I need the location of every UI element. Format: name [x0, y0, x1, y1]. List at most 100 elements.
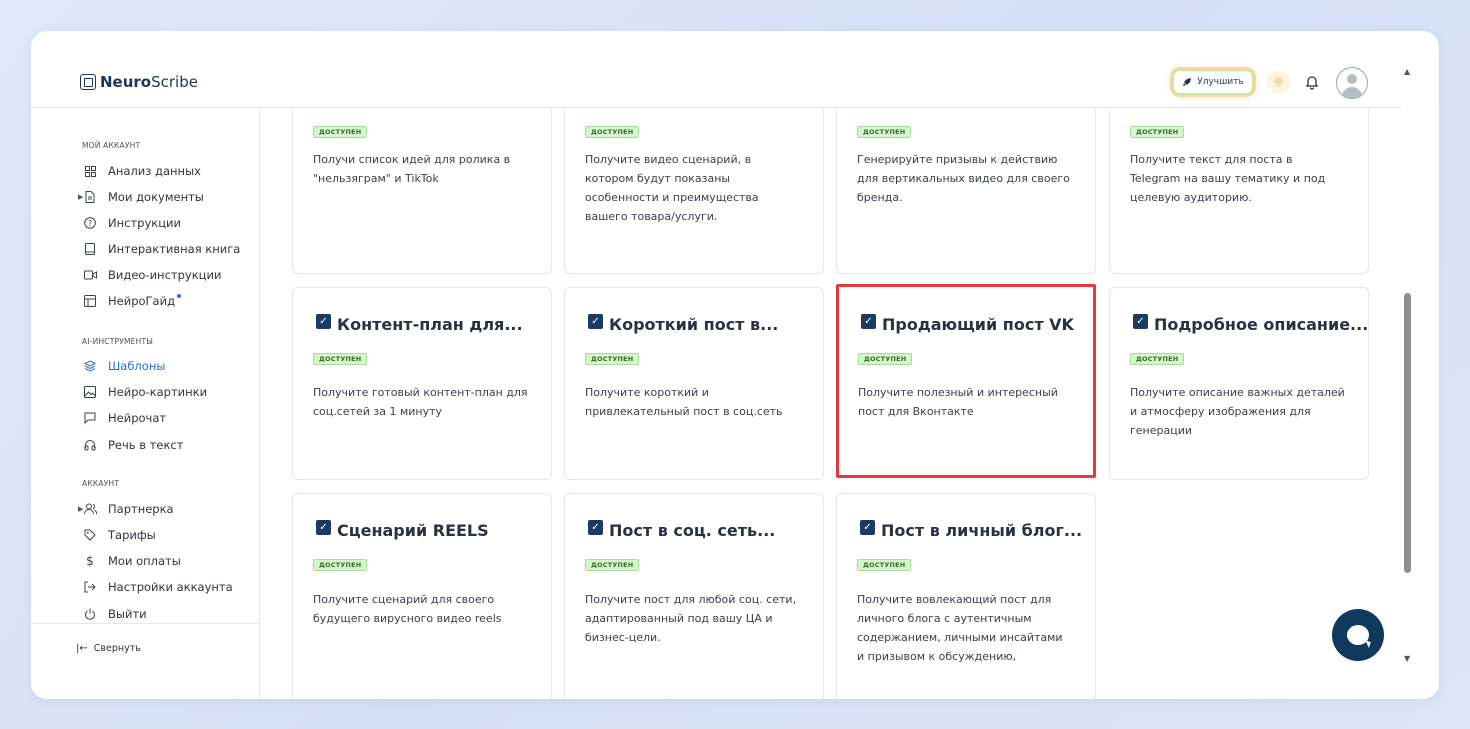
sidebar-item-label: Речь в текст [108, 438, 184, 452]
avatar[interactable] [1336, 67, 1368, 99]
sidebar-item-data-analysis[interactable]: Анализ данных [82, 162, 201, 180]
video-icon [82, 267, 98, 283]
checkbox-icon: ✓ [316, 520, 331, 535]
bell-icon[interactable] [1301, 71, 1323, 93]
image-icon [82, 384, 98, 400]
login-arrow-icon [82, 579, 98, 595]
sidebar-item-instructions[interactable]: ? Инструкции [82, 214, 181, 232]
sidebar-item-label: Тарифы [108, 528, 156, 542]
card-title-text: Продающий пост VK [882, 315, 1074, 334]
caret-right-icon[interactable]: ▶ [78, 505, 83, 513]
section-title-account: АККАУНТ [82, 479, 120, 488]
sidebar-item-label: Мои оплаты [108, 554, 181, 568]
svg-text:?: ? [88, 219, 92, 228]
sidebar-item-neurochat[interactable]: Нейрочат [82, 409, 166, 427]
logo-icon [80, 74, 96, 90]
template-card[interactable]: ДОСТУПЕН Генерируйте призывы к действию … [836, 109, 1096, 274]
sidebar: МОЙ АККАУНТ Анализ данных ▶ Мои документ… [31, 109, 260, 699]
sidebar-item-label: Шаблоны [108, 359, 166, 373]
checkbox-icon: ✓ [861, 314, 876, 329]
card-description: Получите сценарий для своего будущего ви… [313, 593, 502, 625]
card-description: Получите пост для любой соц. сети, адапт… [585, 593, 797, 644]
template-card[interactable]: ДОСТУПЕН Получите видео сценарий, в кото… [564, 109, 824, 274]
top-header: Neuro Scribe Улучшить ☼ [31, 31, 1401, 108]
template-card-selling-post-vk[interactable]: ✓ Продающий пост VK ДОСТУПЕН Получите пол… [836, 284, 1096, 478]
card-title-text: Контент-план для... [337, 315, 523, 334]
card-title-text: Подробное описание... [1154, 315, 1369, 334]
template-card-reels-script[interactable]: ✓ Сценарий REELS ДОСТУПЕН Получите сценар… [292, 493, 552, 699]
card-title: ✓ Пост в соц. сеть... [588, 520, 775, 540]
sidebar-item-account-settings[interactable]: Настройки аккаунта [82, 578, 233, 596]
sidebar-item-label: Инструкции [108, 216, 181, 230]
template-card-social-post[interactable]: ✓ Пост в соц. сеть... ДОСТУПЕН Получите п… [564, 493, 824, 699]
status-badge: ДОСТУПЕН [585, 559, 640, 571]
sidebar-item-label: Мои документы [108, 190, 204, 204]
help-circle-icon: ? [82, 215, 98, 231]
card-title: ✓ Контент-план для... [316, 314, 523, 334]
status-badge: ДОСТУПЕН [857, 126, 912, 138]
sidebar-item-speech-to-text[interactable]: Речь в текст [82, 436, 183, 454]
checkbox-icon: ✓ [316, 314, 331, 329]
sidebar-item-logout[interactable]: Выйти [82, 605, 147, 623]
collapse-sidebar-button[interactable]: |← Свернуть [76, 643, 141, 654]
support-chat-button[interactable] [1332, 609, 1384, 661]
sidebar-item-label: Нейрочат [108, 411, 167, 425]
sidebar-item-label: Настройки аккаунта [108, 580, 233, 594]
sidebar-item-label: Партнерка [108, 502, 174, 516]
guide-icon [82, 293, 98, 309]
card-description: Получите текст для поста в Telegram на в… [1130, 153, 1326, 204]
upgrade-button[interactable]: Улучшить [1172, 69, 1254, 95]
sidebar-item-video-instructions[interactable]: Видео-инструкции [82, 266, 221, 284]
checkbox-icon: ✓ [588, 520, 603, 535]
collapse-label: Свернуть [93, 643, 141, 654]
template-card-detailed-description[interactable]: ✓ Подробное описание... ДОСТУПЕН Получите… [1109, 287, 1369, 480]
card-title: ✓ Пост в личный блог... [860, 520, 1082, 540]
card-title: ✓ Сценарий REELS [316, 520, 489, 540]
section-title-ai-tools: AI-ИНСТРУМЕНТЫ [82, 337, 154, 346]
sidebar-item-partner[interactable]: ▶ Партнерка [78, 500, 174, 518]
sidebar-item-neuro-images[interactable]: Нейро-картинки [82, 383, 207, 401]
status-badge: ДОСТУПЕН [1130, 126, 1185, 138]
sidebar-footer: |← Свернуть [31, 623, 260, 699]
scroll-up-arrow-icon[interactable]: ▲ [1404, 67, 1410, 76]
sidebar-item-neuroguide[interactable]: НейроГайд [82, 292, 182, 310]
layers-icon [82, 358, 98, 374]
card-title: ✓ Подробное описание... [1133, 314, 1369, 334]
card-description: Получи список идей для ролика в "нельзяг… [313, 153, 511, 185]
rocket-icon [1183, 78, 1192, 86]
sidebar-item-my-payments[interactable]: $ Мои оплаты [82, 552, 181, 570]
vertical-scrollbar[interactable]: ▲ ▼ [1403, 67, 1413, 667]
chat-icon [82, 410, 98, 426]
book-icon [82, 241, 98, 257]
status-badge: ДОСТУПЕН [585, 353, 640, 365]
checkbox-icon: ✓ [588, 314, 603, 329]
template-card-short-post[interactable]: ✓ Короткий пост в... ДОСТУПЕН Получите ко… [564, 287, 824, 480]
scrollbar-thumb[interactable] [1404, 293, 1411, 573]
logo[interactable]: Neuro Scribe [80, 73, 198, 91]
sidebar-item-my-documents[interactable]: ▶ Мои документы [78, 188, 204, 206]
scroll-down-arrow-icon[interactable]: ▼ [1404, 654, 1410, 663]
card-title-text: Сценарий REELS [337, 521, 489, 540]
sidebar-item-templates[interactable]: Шаблоны [82, 357, 165, 375]
sidebar-item-tariffs[interactable]: Тарифы [82, 526, 156, 544]
template-card[interactable]: ДОСТУПЕН Получите текст для поста в Tele… [1109, 109, 1369, 274]
logo-text-light: Scribe [151, 73, 198, 91]
sidebar-item-label: НейроГайд [108, 294, 176, 308]
template-card-personal-blog[interactable]: ✓ Пост в личный блог... ДОСТУПЕН Получите… [836, 493, 1096, 699]
sidebar-item-interactive-book[interactable]: Интерактивная книга [82, 240, 240, 258]
status-badge: ДОСТУПЕН [313, 126, 368, 138]
card-title: ✓ Короткий пост в... [588, 314, 778, 334]
card-title: ✓ Продающий пост VK [861, 314, 1074, 334]
theme-sun-icon[interactable]: ☼ [1267, 71, 1290, 94]
template-card[interactable]: ДОСТУПЕН Получи список идей для ролика в… [292, 109, 552, 274]
status-badge: ДОСТУПЕН [858, 353, 913, 365]
card-description: Получите видео сценарий, в котором будут… [585, 153, 759, 223]
card-description: Получите описание важных деталей и атмос… [1130, 386, 1345, 437]
sidebar-item-label: Выйти [108, 607, 147, 621]
caret-right-icon[interactable]: ▶ [78, 193, 83, 201]
card-description: Получите короткий и привлекательный пост… [585, 386, 783, 418]
status-badge: ДОСТУПЕН [313, 353, 368, 365]
users-icon [82, 501, 98, 517]
template-card-content-plan[interactable]: ✓ Контент-план для... ДОСТУПЕН Получите г… [292, 287, 552, 480]
sidebar-item-label: Видео-инструкции [108, 268, 222, 282]
